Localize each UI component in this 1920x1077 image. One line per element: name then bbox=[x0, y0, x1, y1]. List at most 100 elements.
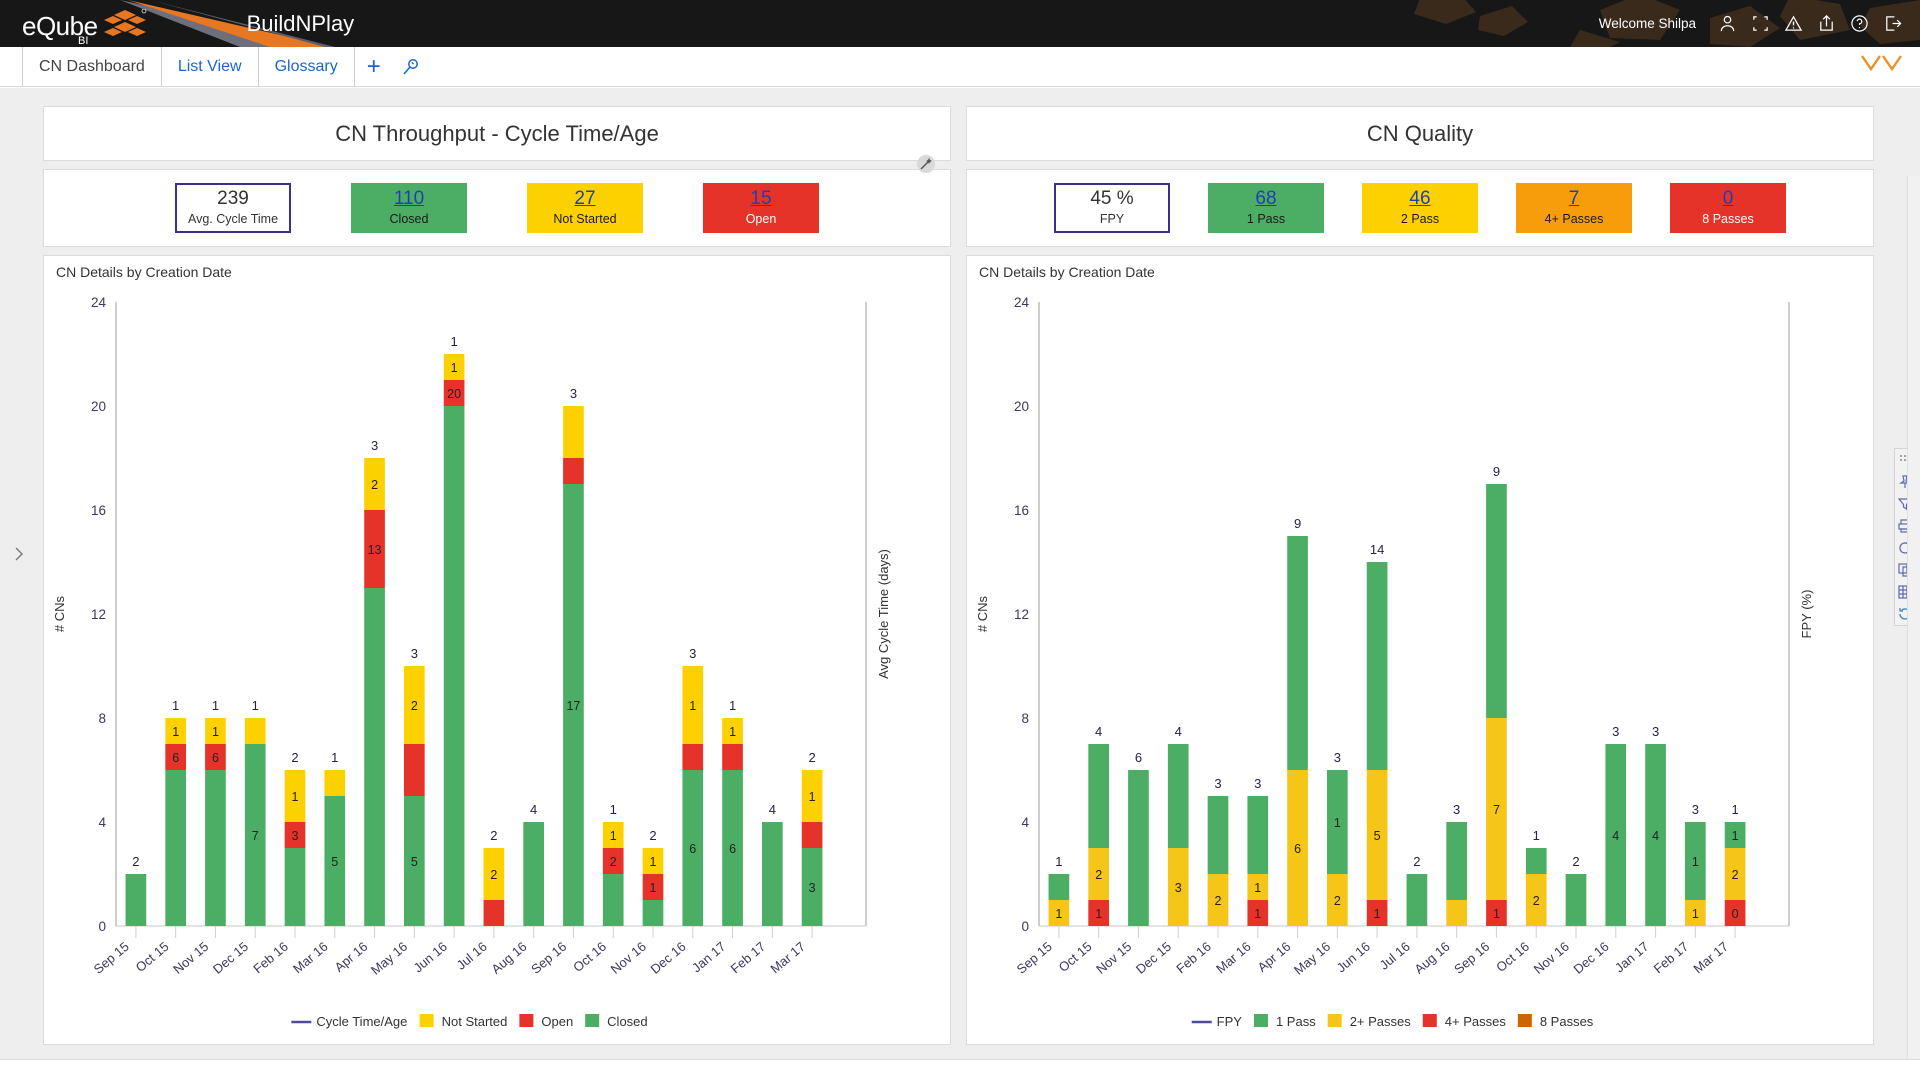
svg-text:4: 4 bbox=[1612, 829, 1619, 843]
svg-text:4: 4 bbox=[530, 802, 537, 817]
logout-icon[interactable] bbox=[1883, 14, 1902, 33]
kpi-value[interactable]: 15 bbox=[750, 188, 771, 210]
kpi-value: 45 % bbox=[1090, 187, 1134, 209]
add-tab-button[interactable]: + bbox=[355, 47, 393, 86]
fullscreen-icon[interactable] bbox=[1751, 14, 1770, 33]
tab-cn-dashboard[interactable]: CN Dashboard bbox=[22, 47, 161, 87]
svg-text:1: 1 bbox=[610, 829, 617, 843]
kpi-fpy[interactable]: 45 % FPY bbox=[1054, 183, 1170, 233]
svg-text:2: 2 bbox=[1533, 894, 1540, 908]
svg-text:6: 6 bbox=[172, 751, 179, 765]
tab-bar: CN Dashboard List View Glossary + bbox=[0, 47, 1920, 87]
kpi-8-passes[interactable]: 0 8 Passes bbox=[1670, 183, 1786, 233]
svg-text:2+ Passes: 2+ Passes bbox=[1350, 1014, 1412, 1029]
page-scrollbar[interactable] bbox=[1907, 176, 1920, 1077]
svg-text:16: 16 bbox=[1014, 503, 1029, 518]
collapse-panel-handle[interactable] bbox=[14, 546, 24, 565]
svg-text:1: 1 bbox=[172, 725, 179, 739]
svg-text:Nov 15: Nov 15 bbox=[170, 939, 211, 977]
help-icon[interactable] bbox=[1850, 14, 1869, 33]
svg-text:2: 2 bbox=[808, 750, 815, 765]
svg-text:3: 3 bbox=[1175, 881, 1182, 895]
svg-text:3: 3 bbox=[1214, 776, 1221, 791]
kpi-open[interactable]: 15 Open bbox=[703, 183, 819, 233]
share-icon[interactable] bbox=[1817, 14, 1836, 33]
svg-text:Feb 17: Feb 17 bbox=[1651, 939, 1692, 977]
tab-glossary[interactable]: Glossary bbox=[257, 47, 355, 87]
svg-text:1 Pass: 1 Pass bbox=[1276, 1014, 1316, 1029]
svg-text:Mar 16: Mar 16 bbox=[290, 939, 331, 977]
svg-text:7: 7 bbox=[1493, 803, 1500, 817]
svg-text:1: 1 bbox=[729, 698, 736, 713]
kpi-1-pass[interactable]: 68 1 Pass bbox=[1208, 183, 1324, 233]
svg-text:2: 2 bbox=[1215, 894, 1222, 908]
svg-text:12: 12 bbox=[1014, 607, 1029, 622]
svg-text:24: 24 bbox=[91, 295, 107, 310]
kpi-value[interactable]: 27 bbox=[574, 188, 595, 210]
kpi-2-pass[interactable]: 46 2 Pass bbox=[1362, 183, 1478, 233]
right-kpi-row: 45 % FPY 68 1 Pass 46 2 Pass 7 4+ Passes… bbox=[966, 169, 1874, 247]
svg-text:Sep 16: Sep 16 bbox=[1451, 939, 1492, 977]
magic-wand-icon[interactable] bbox=[916, 154, 936, 174]
svg-text:1: 1 bbox=[1254, 907, 1261, 921]
svg-text:4: 4 bbox=[769, 802, 776, 817]
panel-cn-quality: CN Quality 45 % FPY 68 1 Pass 46 2 Pass … bbox=[966, 106, 1874, 1045]
user-icon[interactable] bbox=[1718, 14, 1737, 33]
kpi-4plus-passes[interactable]: 7 4+ Passes bbox=[1516, 183, 1632, 233]
svg-text:2: 2 bbox=[490, 868, 497, 882]
svg-text:Feb 16: Feb 16 bbox=[250, 939, 291, 977]
kpi-value[interactable]: 68 bbox=[1255, 188, 1276, 210]
svg-text:FPY (%): FPY (%) bbox=[1799, 590, 1814, 639]
kpi-value[interactable]: 0 bbox=[1723, 188, 1734, 210]
svg-text:3: 3 bbox=[411, 646, 418, 661]
alert-icon[interactable] bbox=[1784, 14, 1803, 33]
svg-text:Nov 15: Nov 15 bbox=[1093, 939, 1134, 977]
chart-cn-throughput: CN Details by Creation Date 0 4 8 12 16 20 24 #… bbox=[43, 255, 951, 1045]
svg-text:1: 1 bbox=[1493, 907, 1500, 921]
kpi-value[interactable]: 7 bbox=[1569, 188, 1580, 210]
kpi-closed[interactable]: 110 Closed bbox=[351, 183, 467, 233]
svg-text:2: 2 bbox=[610, 855, 617, 869]
svg-text:Oct 16: Oct 16 bbox=[1493, 939, 1532, 975]
svg-text:3: 3 bbox=[1254, 776, 1261, 791]
tab-list-view[interactable]: List View bbox=[160, 47, 258, 87]
svg-text:3: 3 bbox=[1453, 802, 1460, 817]
kpi-label: Open bbox=[745, 211, 777, 226]
svg-text:4+ Passes: 4+ Passes bbox=[1445, 1014, 1507, 1029]
left-kpi-row: 239 Avg. Cycle Time 110 Closed 27 Not St… bbox=[43, 155, 951, 247]
kpi-value[interactable]: 110 bbox=[394, 188, 424, 210]
svg-text:Not Started: Not Started bbox=[442, 1014, 508, 1029]
svg-text:1: 1 bbox=[1692, 907, 1699, 921]
kpi-label: Not Started bbox=[553, 211, 617, 226]
svg-text:5: 5 bbox=[331, 855, 338, 869]
svg-text:3: 3 bbox=[1612, 724, 1619, 739]
svg-text:Dec 16: Dec 16 bbox=[648, 939, 689, 977]
svg-text:2: 2 bbox=[1413, 854, 1420, 869]
magnifier-wand-icon[interactable] bbox=[393, 47, 429, 86]
svg-text:7: 7 bbox=[252, 829, 259, 843]
svg-text:1: 1 bbox=[1732, 829, 1739, 843]
svg-text:Dec 16: Dec 16 bbox=[1571, 939, 1612, 977]
svg-text:1: 1 bbox=[1533, 828, 1540, 843]
svg-text:0: 0 bbox=[1732, 907, 1739, 921]
svg-text:1: 1 bbox=[650, 881, 657, 895]
svg-text:3: 3 bbox=[1652, 724, 1659, 739]
svg-text:17: 17 bbox=[566, 699, 580, 713]
svg-text:20: 20 bbox=[1014, 399, 1029, 414]
eqube-logo[interactable]: eQube BI bbox=[22, 8, 147, 47]
kpi-avg-cycle-time[interactable]: 239 Avg. Cycle Time bbox=[175, 183, 291, 233]
cn-throughput-chart-svg[interactable]: 04812162024# CNs Avg Cycle Time (days)2Se… bbox=[44, 282, 950, 1044]
svg-text:2: 2 bbox=[649, 828, 656, 843]
chart-caption: CN Details by Creation Date bbox=[56, 264, 232, 280]
svg-text:2: 2 bbox=[1732, 868, 1739, 882]
svg-text:3: 3 bbox=[1334, 750, 1341, 765]
svg-text:Oct 16: Oct 16 bbox=[570, 939, 609, 975]
svg-text:# CNs: # CNs bbox=[975, 595, 990, 632]
cn-quality-chart-svg[interactable]: 04812162024# CNs FPY (%)11Sep 15124Oct 15… bbox=[967, 282, 1873, 1044]
svg-text:2: 2 bbox=[1095, 868, 1102, 882]
kpi-not-started[interactable]: 27 Not Started bbox=[527, 183, 643, 233]
svg-text:1: 1 bbox=[809, 790, 816, 804]
kpi-value[interactable]: 46 bbox=[1409, 188, 1430, 210]
kpi-label: 1 Pass bbox=[1246, 211, 1286, 226]
chevron-down-double-icon[interactable] bbox=[1860, 53, 1904, 75]
